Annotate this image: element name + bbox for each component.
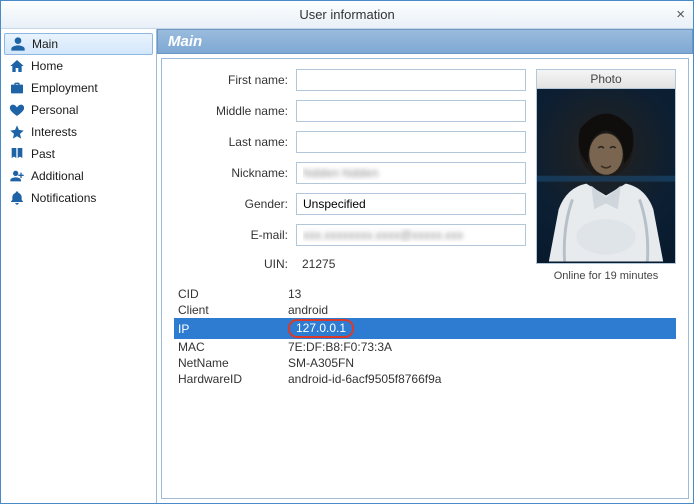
book-icon [9, 146, 25, 162]
sidebar-item-home[interactable]: Home [1, 55, 156, 77]
table-row[interactable]: HardwareID android-id-6acf9505f8766f9a [174, 371, 676, 387]
uin-label: UIN: [174, 257, 296, 271]
sidebar-item-label: Main [32, 37, 58, 51]
last-name-label: Last name: [174, 135, 296, 149]
sidebar: Main Home Employment Personal Interests … [1, 29, 157, 503]
window-title: User information [299, 7, 394, 22]
sidebar-item-notifications[interactable]: Notifications [1, 187, 156, 209]
photo-panel: Photo [536, 69, 676, 282]
nickname-label: Nickname: [174, 166, 296, 180]
uin-value: 21275 [296, 255, 526, 273]
user-photo[interactable] [536, 89, 676, 264]
table-row[interactable]: MAC 7E:DF:B8:F0:73:3A [174, 339, 676, 355]
main-panel: Main First name: Middle name: Last n [157, 29, 693, 503]
info-key: Client [174, 302, 284, 318]
sidebar-item-interests[interactable]: Interests [1, 121, 156, 143]
info-value: android-id-6acf9505f8766f9a [284, 371, 676, 387]
middle-name-label: Middle name: [174, 104, 296, 118]
table-row[interactable]: NetName SM-A305FN [174, 355, 676, 371]
info-key: NetName [174, 355, 284, 371]
middle-name-input[interactable] [296, 100, 526, 122]
info-value: 127.0.0.1 [284, 318, 676, 339]
sidebar-item-employment[interactable]: Employment [1, 77, 156, 99]
nickname-input[interactable] [296, 162, 526, 184]
info-value: 13 [284, 286, 676, 302]
ip-highlight: 127.0.0.1 [288, 319, 354, 338]
star-icon [9, 124, 25, 140]
sidebar-item-label: Personal [31, 103, 78, 117]
titlebar: User information × [1, 1, 693, 29]
sidebar-item-label: Past [31, 147, 55, 161]
info-value: android [284, 302, 676, 318]
gender-input[interactable] [296, 193, 526, 215]
online-status: Online for 19 minutes [536, 270, 676, 282]
table-row[interactable]: Client android [174, 302, 676, 318]
sidebar-item-main[interactable]: Main [4, 33, 153, 55]
home-icon [9, 58, 25, 74]
info-table: CID 13 Client android IP 127.0.0.1 MAC 7… [174, 286, 676, 387]
table-row[interactable]: CID 13 [174, 286, 676, 302]
sidebar-item-personal[interactable]: Personal [1, 99, 156, 121]
user-icon [10, 36, 26, 52]
info-key: MAC [174, 339, 284, 355]
email-label: E-mail: [174, 228, 296, 242]
sidebar-item-label: Notifications [31, 191, 96, 205]
first-name-label: First name: [174, 73, 296, 87]
info-key: IP [174, 318, 284, 339]
email-input[interactable] [296, 224, 526, 246]
bell-icon [9, 190, 25, 206]
form-fields: First name: Middle name: Last name: [174, 69, 526, 282]
last-name-input[interactable] [296, 131, 526, 153]
heart-icon [9, 102, 25, 118]
info-value: SM-A305FN [284, 355, 676, 371]
sidebar-item-past[interactable]: Past [1, 143, 156, 165]
sidebar-item-label: Interests [31, 125, 77, 139]
avatar-image [537, 89, 675, 262]
section-header: Main [157, 29, 693, 54]
gender-label: Gender: [174, 197, 296, 211]
sidebar-item-label: Additional [31, 169, 84, 183]
briefcase-icon [9, 80, 25, 96]
content-frame: First name: Middle name: Last name: [161, 58, 689, 499]
sidebar-item-additional[interactable]: Additional [1, 165, 156, 187]
info-key: CID [174, 286, 284, 302]
sidebar-item-label: Employment [31, 81, 98, 95]
user-info-window: User information × Main Home Employment … [0, 0, 694, 504]
info-key: HardwareID [174, 371, 284, 387]
user-plus-icon [9, 168, 25, 184]
close-icon[interactable]: × [676, 6, 685, 23]
table-row-selected[interactable]: IP 127.0.0.1 [174, 318, 676, 339]
info-value: 7E:DF:B8:F0:73:3A [284, 339, 676, 355]
photo-header: Photo [536, 69, 676, 89]
first-name-input[interactable] [296, 69, 526, 91]
sidebar-item-label: Home [31, 59, 63, 73]
